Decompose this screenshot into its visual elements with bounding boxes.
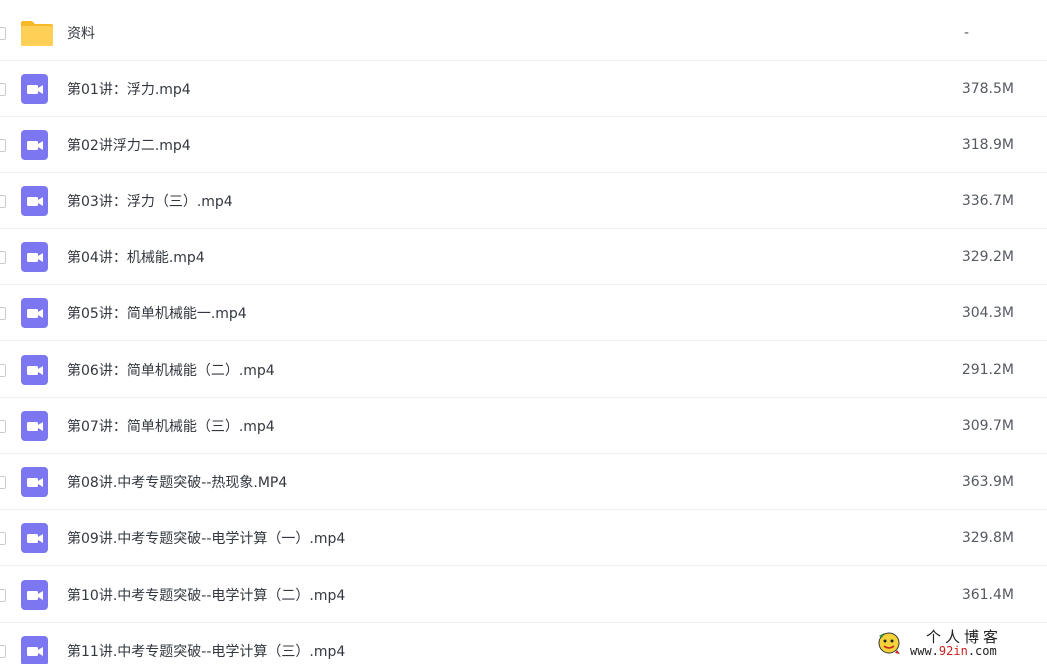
- site-watermark: 个人博客 www.92in.com: [876, 624, 1046, 662]
- row-checkbox[interactable]: [0, 531, 6, 545]
- file-list: 资料 - 第01讲：浮力.mp4 378.5M 第02讲浮力二.mp4 318.…: [0, 0, 1047, 664]
- row-checkbox[interactable]: [0, 194, 6, 208]
- video-icon: [20, 635, 50, 664]
- row-checkbox[interactable]: [0, 26, 6, 40]
- file-size: 378.5M: [961, 80, 1014, 97]
- file-name[interactable]: 第10讲.中考专题突破--电学计算（二）.mp4: [67, 585, 345, 605]
- list-item[interactable]: 第10讲.中考专题突破--电学计算（二）.mp4 361.4M: [0, 567, 1047, 623]
- file-name[interactable]: 第11讲.中考专题突破--电学计算（三）.mp4: [67, 641, 345, 661]
- smiley-logo-icon: [876, 630, 902, 660]
- file-name[interactable]: 第02讲浮力二.mp4: [67, 135, 191, 155]
- video-icon: [20, 410, 50, 441]
- list-item[interactable]: 第01讲：浮力.mp4 378.5M: [0, 61, 1047, 117]
- list-item[interactable]: 第03讲：浮力（三）.mp4 336.7M: [0, 173, 1047, 229]
- row-checkbox[interactable]: [0, 82, 6, 96]
- video-icon: [20, 579, 50, 610]
- file-name[interactable]: 第06讲：简单机械能（二）.mp4: [67, 360, 275, 380]
- video-icon: [20, 354, 50, 385]
- video-icon: [20, 241, 50, 272]
- file-size: -: [963, 24, 969, 41]
- list-item[interactable]: 资料 -: [0, 5, 1047, 61]
- row-checkbox[interactable]: [0, 475, 6, 489]
- video-icon: [20, 297, 50, 328]
- folder-icon: [20, 18, 53, 48]
- file-size: 304.3M: [961, 304, 1014, 321]
- file-size: 329.2M: [961, 248, 1014, 265]
- list-item[interactable]: 第02讲浮力二.mp4 318.9M: [0, 117, 1047, 173]
- row-checkbox[interactable]: [0, 250, 6, 264]
- file-size: 363.9M: [961, 473, 1014, 490]
- file-name[interactable]: 第03讲：浮力（三）.mp4: [67, 191, 233, 211]
- file-name[interactable]: 第09讲.中考专题突破--电学计算（一）.mp4: [67, 528, 345, 548]
- video-icon: [20, 185, 50, 216]
- file-size: 291.2M: [961, 361, 1014, 378]
- file-name[interactable]: 第08讲.中考专题突破--热现象.MP4: [67, 472, 287, 492]
- file-name[interactable]: 第01讲：浮力.mp4: [67, 79, 191, 99]
- video-icon: [20, 466, 50, 497]
- file-size: 318.9M: [961, 136, 1014, 153]
- row-checkbox[interactable]: [0, 419, 6, 433]
- list-item[interactable]: 第04讲：机械能.mp4 329.2M: [0, 229, 1047, 285]
- video-icon: [20, 73, 50, 104]
- row-checkbox[interactable]: [0, 306, 6, 320]
- file-name[interactable]: 第07讲：简单机械能（三）.mp4: [67, 416, 275, 436]
- file-size: 336.7M: [961, 192, 1014, 209]
- video-icon: [20, 522, 50, 553]
- list-item[interactable]: 第06讲：简单机械能（二）.mp4 291.2M: [0, 342, 1047, 398]
- list-item[interactable]: 第09讲.中考专题突破--电学计算（一）.mp4 329.8M: [0, 510, 1047, 566]
- row-checkbox[interactable]: [0, 363, 6, 377]
- row-checkbox[interactable]: [0, 588, 6, 602]
- video-icon: [20, 129, 50, 160]
- file-size: 329.8M: [961, 529, 1014, 546]
- file-name[interactable]: 第04讲：机械能.mp4: [67, 247, 205, 267]
- watermark-url: www.92in.com: [910, 644, 997, 658]
- list-item[interactable]: 第08讲.中考专题突破--热现象.MP4 363.9M: [0, 454, 1047, 510]
- row-checkbox[interactable]: [0, 138, 6, 152]
- file-size: 309.7M: [961, 417, 1014, 434]
- list-item[interactable]: 第07讲：简单机械能（三）.mp4 309.7M: [0, 398, 1047, 454]
- file-name[interactable]: 资料: [67, 23, 95, 43]
- file-size: 361.4M: [961, 586, 1014, 603]
- row-checkbox[interactable]: [0, 644, 6, 658]
- file-name[interactable]: 第05讲：简单机械能一.mp4: [67, 303, 247, 323]
- list-item[interactable]: 第05讲：简单机械能一.mp4 304.3M: [0, 285, 1047, 341]
